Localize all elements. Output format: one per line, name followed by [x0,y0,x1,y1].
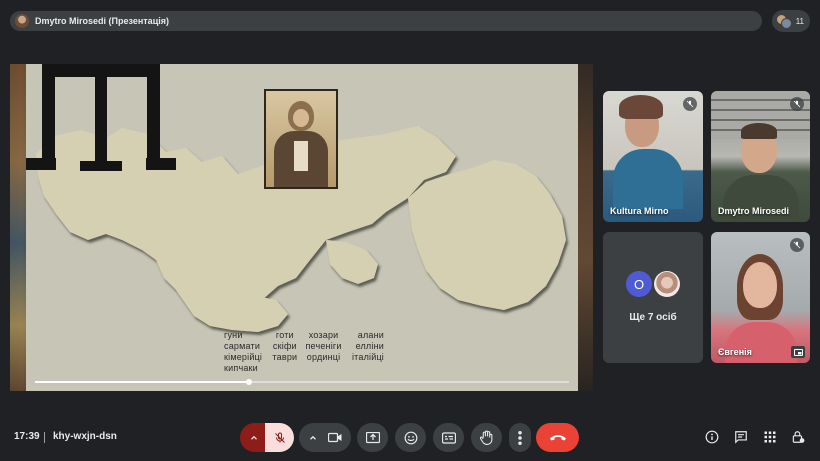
leave-call-button[interactable] [536,423,579,452]
avatar-initial: O [626,271,652,297]
tribe-label: ординці [306,352,341,362]
presentation-slide[interactable]: гуни готи хозари алани сармати скіфи печ… [26,64,578,391]
others-count-label: Ще 7 осіб [629,312,677,323]
raise-hand-icon [480,430,493,445]
participant-face [743,262,777,308]
mic-off-icon [790,238,804,252]
emoji-icon [404,431,417,444]
presenter-avatar [15,14,29,28]
raise-hand-button[interactable] [471,423,502,452]
participant-count: 11 [795,16,804,26]
avatar [654,271,680,297]
chat-icon [735,431,747,444]
host-controls-icon [792,431,805,443]
participant-tile-dmytro-mirosedi[interactable]: Dmytro Mirosedi [711,91,810,222]
host-controls-button[interactable] [790,429,806,445]
tribe-label: кипчаки [224,363,258,373]
tribe-label: скіфи [272,341,297,351]
microphone-button[interactable] [265,423,294,452]
participant-hair [741,123,777,139]
camera-icon [328,432,342,443]
video-progress-track[interactable] [35,379,569,385]
chat-button[interactable] [733,429,749,445]
meeting-code: khy-wxjn-dsn [53,431,117,442]
participant-name: Dmytro Mirosedi [718,206,790,216]
portrait-image [264,89,338,189]
presentation-edge-left [10,64,26,391]
participant-body [613,149,683,209]
hangup-icon [549,435,566,441]
info-icon [705,430,719,444]
video-progress-handle[interactable] [245,379,252,385]
participant-tile-yevheniia[interactable]: Євгенія [711,232,810,363]
chevron-up-icon [251,435,257,440]
participant-name: Kultura Mirno [610,206,669,216]
tribe-label: кімерійці [224,352,263,362]
tribe-label: хозари [308,330,339,340]
tribe-label: італійці [351,352,384,362]
mic-off-icon [274,432,285,443]
captions-button[interactable] [433,423,464,452]
presenter-bar: Dmytro Mirosedi (Презентація) [10,11,762,31]
participant-hair [619,95,663,119]
activities-button[interactable] [762,429,778,445]
mic-off-icon [790,97,804,111]
others-tile[interactable]: O Ще 7 осіб [603,232,703,363]
tribe-label: гуни [224,330,243,340]
participant-tile-kultura-mirno[interactable]: Kultura Mirno [603,91,703,222]
camera-button-group[interactable] [299,423,351,452]
presenter-label: Dmytro Mirosedi (Презентація) [35,16,169,26]
participant-avatars [776,14,792,29]
tribe-label: елліни [355,341,384,351]
control-bar: 17:39 khy-wxjn-dsn [0,420,820,456]
activities-icon [764,431,776,443]
more-icon [518,430,522,445]
present-icon [365,431,380,443]
chevron-up-icon [310,435,316,440]
presentation-edge-right [578,64,593,391]
meeting-info-button[interactable] [704,429,720,445]
participant-name: Євгенія [718,347,752,357]
more-options-button[interactable] [509,423,531,452]
present-button[interactable] [357,423,388,452]
clock: 17:39 [14,431,40,442]
tribe-label: готи [275,330,294,340]
people-button[interactable]: 11 [772,10,810,32]
pip-icon [791,346,805,358]
tribe-label: сармати [224,341,261,351]
tribe-label: алани [357,330,384,340]
tribes-list: гуни готи хозари алани сармати скіфи печ… [224,330,384,373]
tamga-symbol [26,64,176,171]
video-progress-fill [35,381,249,383]
mic-off-icon [683,97,697,111]
captions-icon [441,431,456,444]
tribe-label: таври [272,352,298,362]
audio-options-button[interactable] [240,423,268,452]
others-avatars: O [603,271,703,297]
tribe-label: печеніги [305,341,342,351]
divider [44,432,45,443]
emoji-button[interactable] [395,423,426,452]
